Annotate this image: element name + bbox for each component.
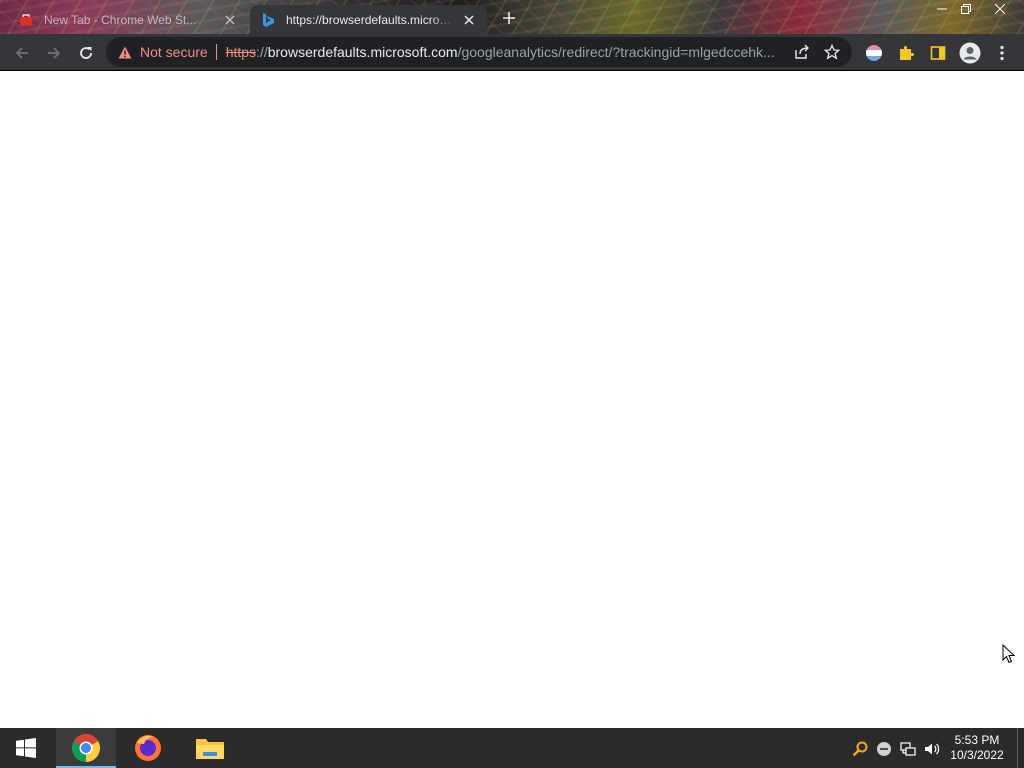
reload-button[interactable] (72, 39, 100, 67)
back-button[interactable] (8, 39, 36, 67)
tab-title: https://browserdefaults.microsoft.com (286, 12, 455, 27)
arrow-left-icon (15, 47, 28, 59)
tab-strip: New Tab - Chrome Web St... https://brows… (0, 0, 1024, 34)
star-icon (824, 44, 840, 60)
tray-volume[interactable] (923, 740, 941, 758)
url-text[interactable]: https://browserdefaults.microsoft.com/go… (226, 44, 786, 60)
plus-icon (503, 12, 515, 24)
page-content[interactable] (0, 71, 1024, 728)
browser-toolbar: Not secure https://browserdefaults.micro… (0, 34, 1024, 71)
close-icon (995, 4, 1005, 14)
minus-circle-icon (877, 742, 891, 756)
magnifier-icon (852, 741, 868, 757)
tray-search-app[interactable] (851, 740, 869, 758)
arrow-right-icon (48, 47, 61, 59)
warning-icon (118, 46, 132, 59)
taskbar-file-explorer[interactable] (180, 728, 240, 768)
browser-menu-button[interactable] (988, 39, 1016, 67)
puzzle-icon (900, 46, 914, 60)
profile-button[interactable] (956, 39, 984, 67)
reload-icon (80, 47, 92, 59)
not-secure-label: Not secure (140, 44, 208, 60)
side-panel-button[interactable] (924, 39, 952, 67)
forward-button[interactable] (40, 39, 68, 67)
side-panel-icon (930, 46, 946, 60)
extension-flag-button[interactable] (860, 39, 888, 67)
tab-title: New Tab - Chrome Web St... (44, 12, 197, 27)
bing-icon (260, 12, 276, 28)
show-desktop-button[interactable] (1017, 728, 1024, 768)
chrome-icon (72, 734, 100, 762)
restore-button[interactable] (952, 0, 980, 18)
address-bar[interactable]: Not secure https://browserdefaults.micro… (106, 37, 852, 67)
share-button[interactable] (790, 40, 814, 64)
more-vertical-icon (1000, 45, 1004, 61)
taskbar: 5:53 PM 10/3/2022 (0, 728, 1024, 768)
bookmark-button[interactable] (820, 40, 844, 64)
security-indicator[interactable]: Not secure (118, 44, 217, 60)
clock-date: 10/3/2022 (950, 748, 1004, 762)
firefox-icon (135, 735, 161, 761)
tray-status-button[interactable] (875, 740, 893, 758)
url-scheme: https (225, 44, 257, 60)
url-path: /googleanalytics/redirect/?trackingid=ml… (457, 44, 775, 60)
minimize-icon (937, 8, 947, 10)
taskbar-chrome[interactable] (56, 728, 116, 768)
url-host: browserdefaults.microsoft.com (267, 44, 458, 60)
clock-time: 5:53 PM (954, 733, 1000, 747)
close-icon[interactable] (461, 12, 477, 28)
extensions-button[interactable] (892, 39, 920, 67)
taskbar-firefox[interactable] (118, 728, 178, 768)
tab-chrome-web-store[interactable]: New Tab - Chrome Web St... (8, 5, 248, 34)
close-icon[interactable] (222, 12, 238, 28)
share-icon (795, 44, 809, 59)
new-tab-button[interactable] (498, 7, 520, 29)
chrome-web-store-icon (18, 12, 34, 28)
taskbar-clock[interactable]: 5:53 PM 10/3/2022 (944, 733, 1010, 765)
tab-browserdefaults[interactable]: https://browserdefaults.microsoft.com (250, 5, 487, 34)
start-button[interactable] (0, 728, 52, 768)
mouse-cursor-icon (1002, 643, 1016, 669)
windows-icon (16, 738, 36, 758)
network-icon (900, 742, 916, 756)
url-separator: :// (256, 44, 268, 60)
restore-icon (961, 4, 971, 14)
avatar-icon (959, 42, 981, 64)
file-explorer-icon (196, 739, 224, 759)
flag-icon (866, 45, 882, 61)
tray-network[interactable] (899, 740, 917, 758)
volume-icon (925, 743, 940, 755)
window-close-button[interactable] (986, 0, 1014, 18)
